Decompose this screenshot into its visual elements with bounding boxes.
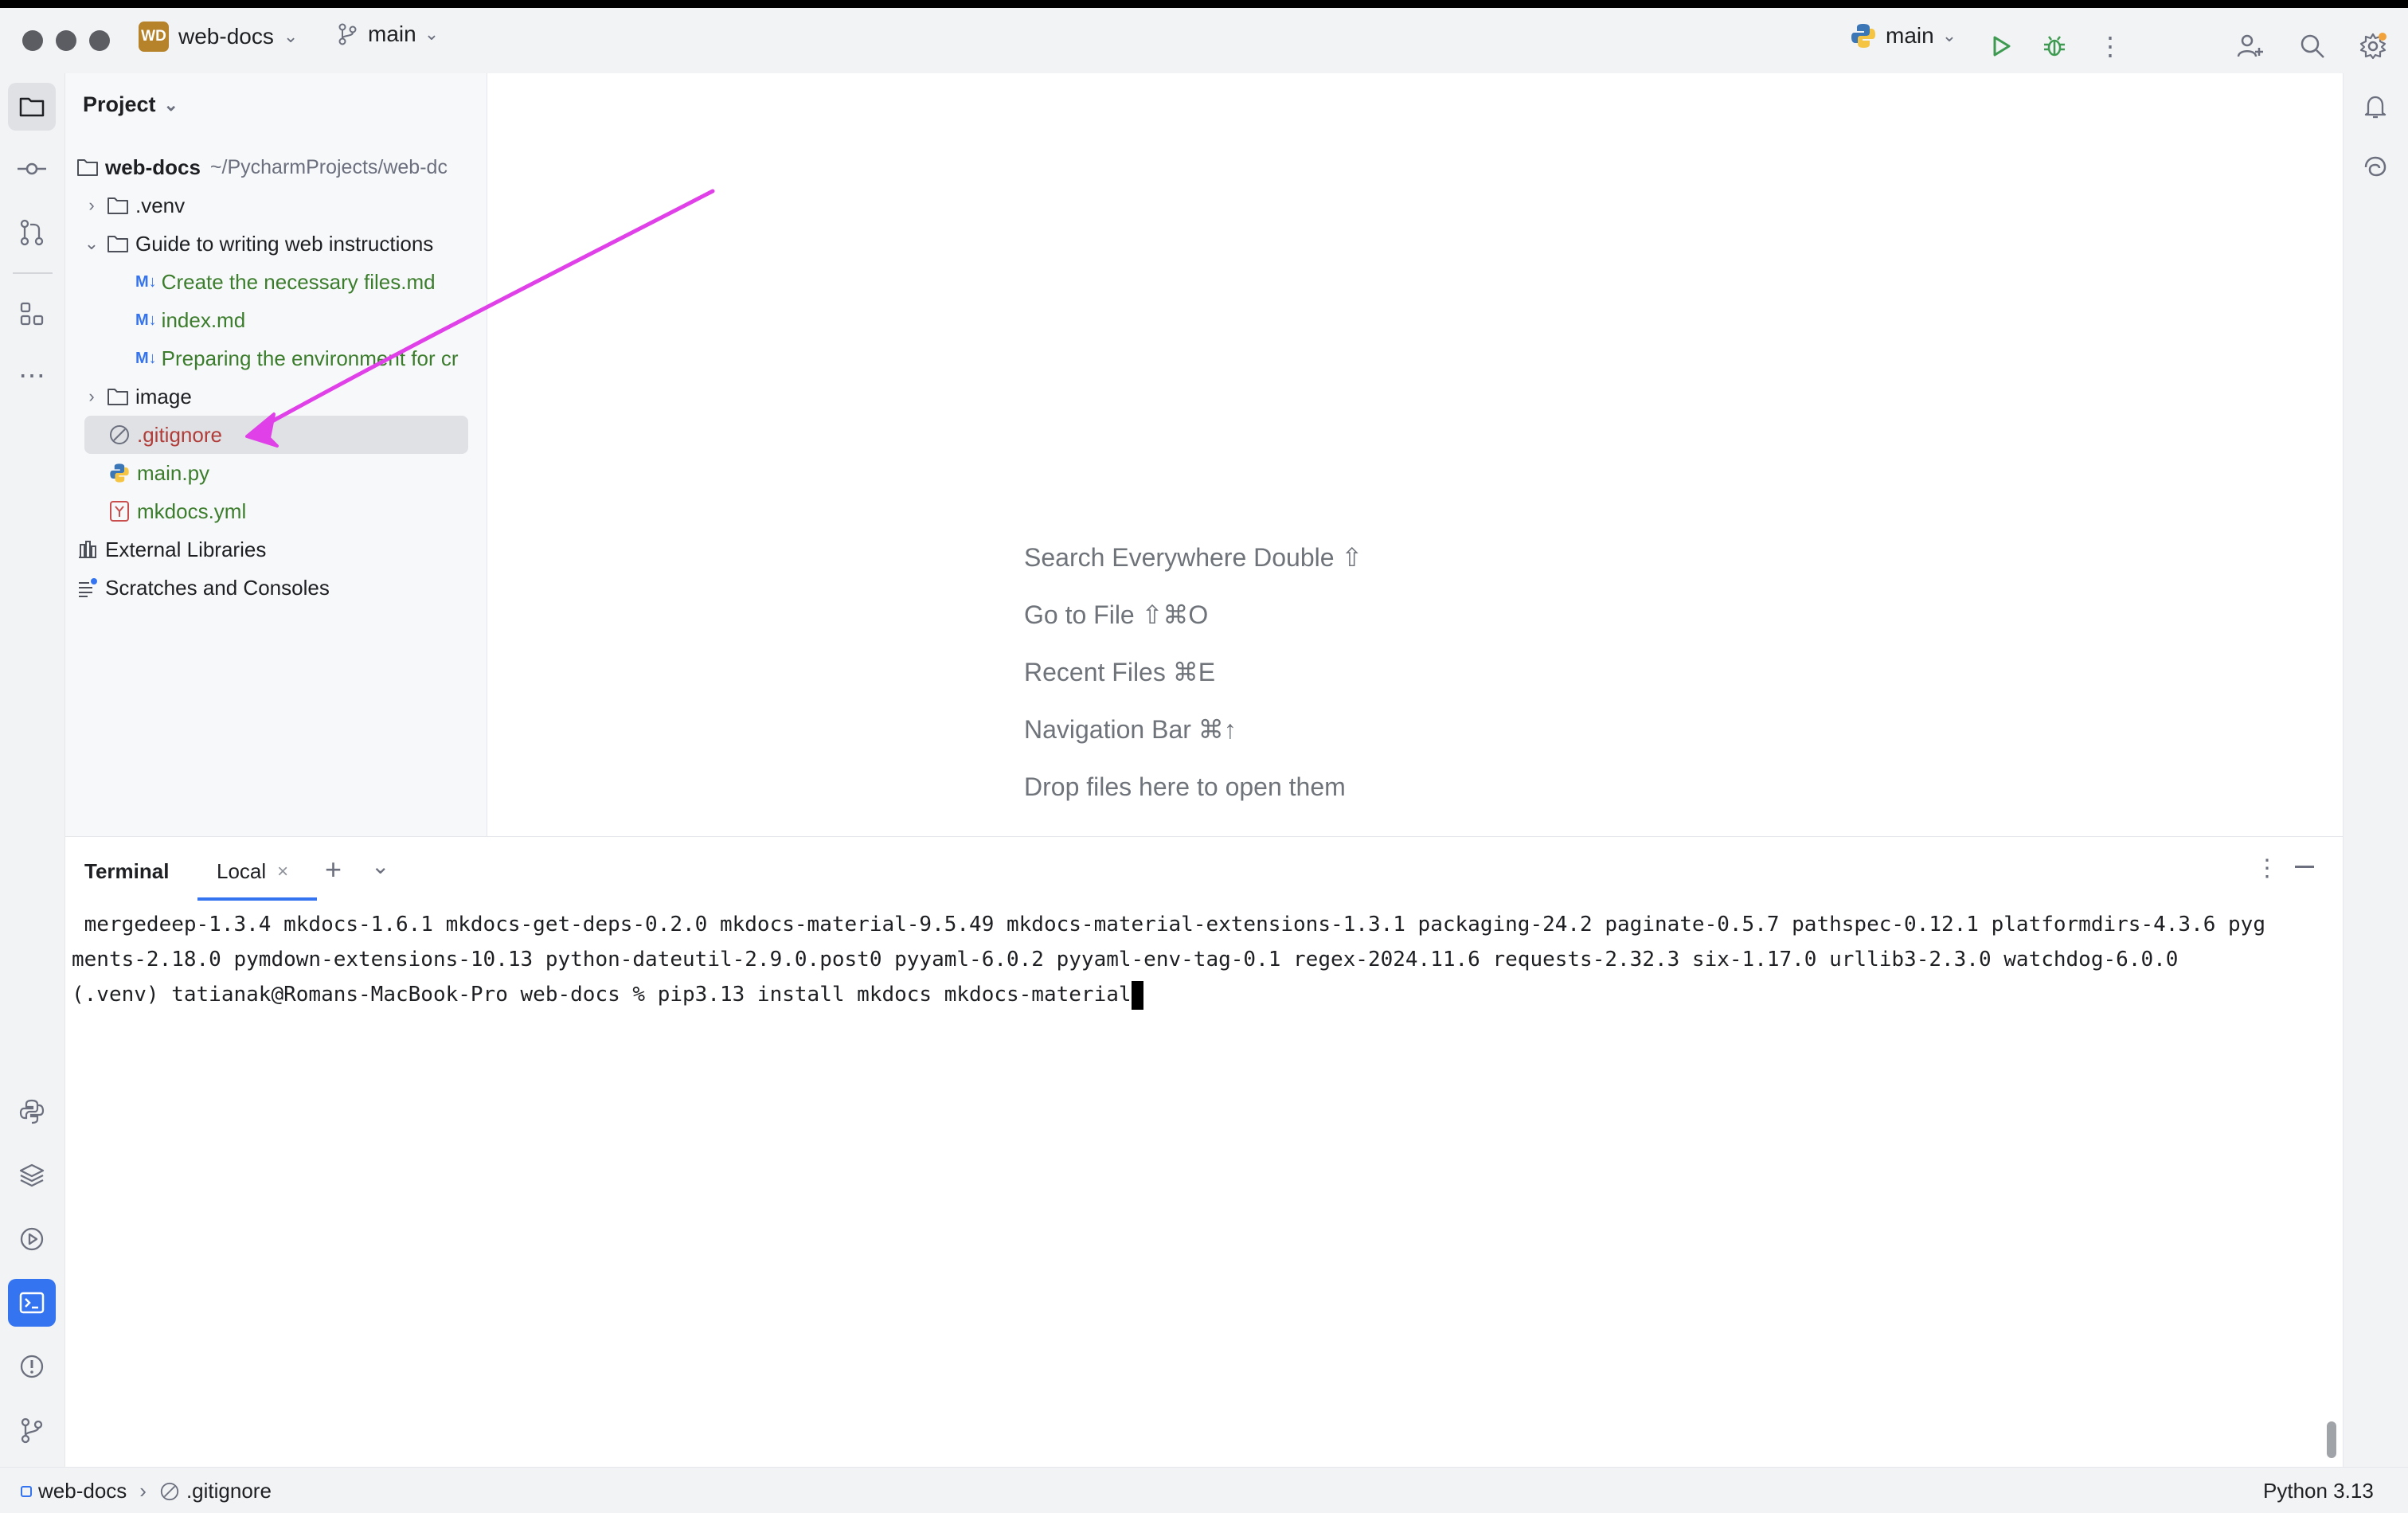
new-tab-button[interactable]: + bbox=[325, 853, 342, 886]
breadcrumb-project[interactable]: web-docs bbox=[38, 1479, 127, 1503]
terminal-scrollbar[interactable] bbox=[2327, 1421, 2336, 1458]
close-icon[interactable]: × bbox=[277, 861, 288, 883]
interpreter-label: Python 3.13 bbox=[2263, 1479, 2374, 1503]
tab-local[interactable]: Local × bbox=[217, 859, 288, 884]
chevron-right-icon: › bbox=[139, 1479, 147, 1503]
tab-local-label: Local bbox=[217, 859, 267, 883]
terminal-panel: Terminal Local × + ⌄ ⋮ mergedeep-1.3.4 m… bbox=[65, 836, 2343, 1467]
terminal-header: Terminal Local × + ⌄ ⋮ bbox=[65, 837, 2343, 901]
ide-window: WD web-docs ⌄ main ⌄ main ⌄ ⋮ ⋯ Project … bbox=[0, 0, 2408, 1513]
interpreter-selector[interactable]: Python 3.13 bbox=[2263, 1479, 2374, 1503]
terminal-title: Terminal bbox=[84, 859, 170, 883]
module-icon bbox=[21, 1485, 32, 1497]
active-tab-indicator bbox=[197, 897, 317, 901]
terminal-line: ments-2.18.0 pymdown-extensions-10.13 py… bbox=[72, 948, 2179, 972]
terminal-output[interactable]: mergedeep-1.3.4 mkdocs-1.6.1 mkdocs-get-… bbox=[72, 907, 2265, 1012]
ignored-file-icon bbox=[160, 1482, 179, 1500]
terminal-cursor bbox=[1131, 980, 1143, 1010]
terminal-line: mergedeep-1.3.4 mkdocs-1.6.1 mkdocs-get-… bbox=[72, 913, 2265, 936]
chevron-down-icon[interactable]: ⌄ bbox=[371, 853, 389, 879]
breadcrumb: web-docs › .gitignore bbox=[21, 1479, 272, 1503]
breadcrumb-file[interactable]: .gitignore bbox=[186, 1479, 272, 1503]
minimize-panel-button[interactable] bbox=[2295, 866, 2314, 868]
status-bar: web-docs › .gitignore Python 3.13 bbox=[0, 1467, 2408, 1513]
terminal-prompt-line: (.venv) tatianak@Romans-MacBook-Pro web-… bbox=[72, 983, 1132, 1007]
terminal-options-button[interactable]: ⋮ bbox=[2255, 854, 2279, 882]
